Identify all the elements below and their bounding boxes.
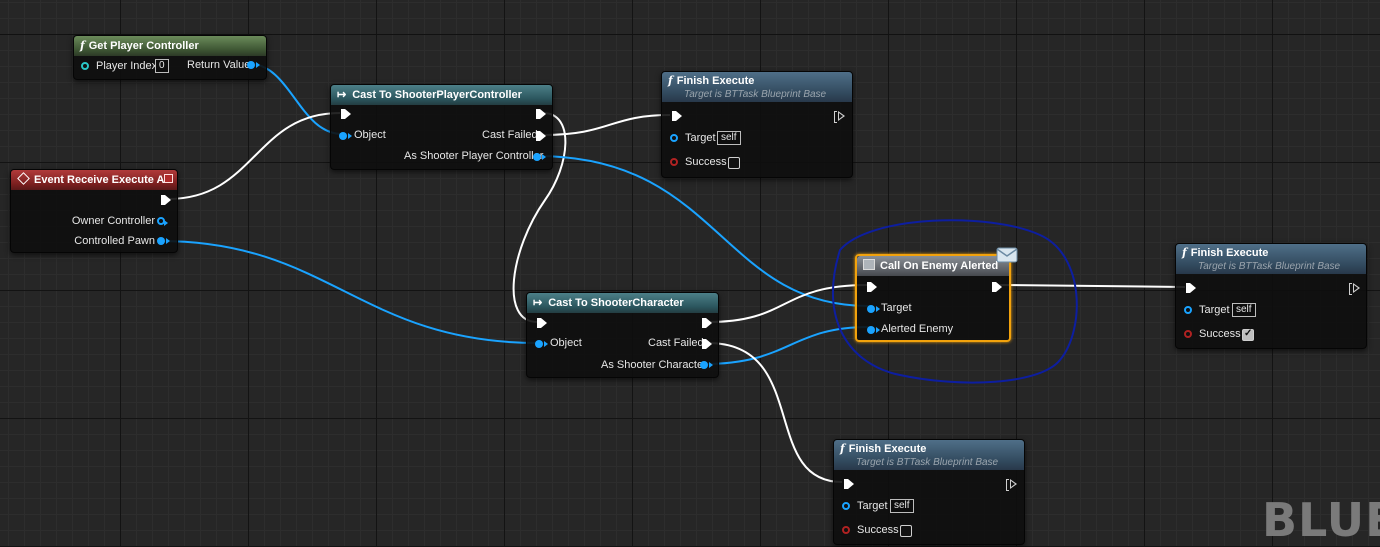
target-label: Target — [857, 500, 888, 512]
cast-failed-label: Cast Failed — [482, 129, 538, 141]
success-label: Success — [857, 524, 899, 536]
exec-in-pin[interactable] — [844, 479, 854, 489]
target-pin[interactable] — [867, 305, 880, 313]
player-index-input[interactable]: 0 — [155, 59, 169, 73]
object-label: Object — [550, 337, 582, 349]
node-header[interactable]: Event Receive Execute AI — [11, 170, 177, 190]
function-icon: f — [80, 39, 85, 52]
owner-controller-label: Owner Controller — [71, 215, 155, 227]
exec-out-pin[interactable] — [536, 109, 546, 119]
success-checkbox[interactable] — [900, 525, 912, 537]
finish-execute-top-node[interactable]: f Finish Execute Target is BTTask Bluepri… — [661, 71, 853, 178]
node-subtitle: Target is BTTask Blueprint Base — [1198, 261, 1341, 272]
finish-execute-right-node[interactable]: f Finish Execute Target is BTTask Bluepri… — [1175, 243, 1367, 349]
node-title: Get Player Controller — [88, 40, 199, 52]
object-pin[interactable] — [535, 340, 548, 348]
success-checkbox[interactable] — [728, 157, 740, 169]
success-pin[interactable] — [1184, 330, 1192, 338]
node-header[interactable]: ↦ Cast To ShooterCharacter — [527, 293, 718, 313]
target-label: Target — [1199, 304, 1230, 316]
return-value-pin[interactable] — [247, 61, 260, 69]
target-pin[interactable] — [842, 502, 850, 510]
node-subtitle: Target is BTTask Blueprint Base — [856, 457, 999, 468]
as-player-controller-pin[interactable] — [533, 153, 546, 161]
target-value[interactable]: self — [890, 499, 914, 513]
cast-to-player-controller-node[interactable]: ↦ Cast To ShooterPlayerController Object … — [330, 84, 553, 170]
target-pin[interactable] — [1184, 306, 1192, 314]
node-header[interactable]: ↦ Cast To ShooterPlayerController — [331, 85, 552, 105]
exec-in-pin[interactable] — [672, 111, 682, 121]
object-label: Object — [354, 129, 386, 141]
cast-to-shooter-character-node[interactable]: ↦ Cast To ShooterCharacter Object Cast Fa… — [526, 292, 719, 378]
controlled-pawn-label: Controlled Pawn — [74, 235, 155, 247]
exec-out-pin[interactable] — [1349, 283, 1360, 295]
target-value[interactable]: self — [717, 131, 741, 145]
function-icon: f — [668, 74, 673, 87]
node-title: Finish Execute — [676, 75, 755, 87]
target-value[interactable]: self — [1232, 303, 1256, 317]
alerted-enemy-label: Alerted Enemy — [881, 323, 954, 335]
get-player-controller-node[interactable]: f Get Player Controller Player Index 0 Re… — [73, 35, 267, 80]
target-label: Target — [881, 302, 912, 314]
cast-failed-pin[interactable] — [702, 339, 712, 349]
controlled-pawn-pin[interactable] — [157, 237, 170, 245]
exec-in-pin[interactable] — [341, 109, 351, 119]
as-shooter-character-pin[interactable] — [700, 361, 713, 369]
node-header[interactable]: f Get Player Controller — [74, 36, 266, 56]
cast-arrow-icon: ↦ — [533, 297, 543, 309]
as-shooter-character-label: As Shooter Character — [601, 359, 707, 371]
exec-out-pin[interactable] — [161, 195, 171, 205]
event-dispatcher-icon — [863, 259, 875, 270]
node-title: Finish Execute — [848, 443, 927, 455]
exec-in-pin[interactable] — [1186, 283, 1196, 293]
node-title: Call On Enemy Alerted — [880, 260, 999, 272]
node-subtitle: Target is BTTask Blueprint Base — [684, 89, 827, 100]
exec-out-pin[interactable] — [834, 111, 845, 123]
node-header[interactable]: f Finish Execute Target is BTTask Bluepri… — [1176, 244, 1366, 274]
success-pin[interactable] — [670, 158, 678, 166]
exec-out-pin[interactable] — [702, 318, 712, 328]
target-pin[interactable] — [670, 134, 678, 142]
exec-out-pin[interactable] — [1006, 479, 1017, 491]
function-icon: f — [1182, 246, 1187, 259]
envelope-icon — [996, 247, 1018, 263]
success-pin[interactable] — [842, 526, 850, 534]
stop-icon — [164, 174, 173, 183]
finish-execute-bottom-node[interactable]: f Finish Execute Target is BTTask Bluepri… — [833, 439, 1025, 545]
object-pin[interactable] — [339, 132, 352, 140]
node-header[interactable]: f Finish Execute Target is BTTask Bluepri… — [834, 440, 1024, 470]
exec-in-pin[interactable] — [537, 318, 547, 328]
wire-event-exec-to-cast — [167, 112, 341, 200]
alerted-enemy-pin[interactable] — [867, 326, 880, 334]
node-header[interactable]: f Finish Execute Target is BTTask Bluepri… — [662, 72, 852, 102]
node-title: Cast To ShooterPlayerController — [352, 89, 522, 101]
target-label: Target — [685, 132, 716, 144]
node-title: Cast To ShooterCharacter — [548, 297, 684, 309]
success-label: Success — [685, 156, 727, 168]
as-player-controller-label: As Shooter Player Controller — [404, 150, 544, 162]
cast-failed-label: Cast Failed — [648, 337, 704, 349]
player-index-label: Player Index — [96, 60, 158, 72]
event-diamond-icon — [17, 172, 30, 185]
wire-spc-to-target — [536, 155, 870, 307]
function-icon: f — [840, 442, 845, 455]
success-checkbox[interactable] — [1242, 328, 1254, 341]
return-value-label: Return Value — [187, 59, 251, 71]
owner-controller-pin[interactable] — [157, 217, 168, 226]
node-header[interactable]: Call On Enemy Alerted — [857, 256, 1009, 276]
blueprint-watermark: BLUE — [1262, 493, 1380, 547]
node-title: Event Receive Execute AI — [34, 174, 168, 186]
call-on-enemy-alerted-node[interactable]: Call On Enemy Alerted Target Alerted Ene… — [855, 254, 1011, 342]
cast-arrow-icon: ↦ — [337, 89, 347, 101]
node-title: Finish Execute — [1190, 247, 1269, 259]
exec-in-pin[interactable] — [867, 282, 877, 292]
exec-out-pin[interactable] — [992, 282, 1002, 292]
cast-failed-pin[interactable] — [536, 131, 546, 141]
success-label: Success — [1199, 328, 1241, 340]
player-index-pin[interactable] — [81, 62, 89, 70]
wire-pawn-to-cast-object — [159, 240, 539, 344]
wire-call-to-finish — [999, 284, 1186, 288]
event-receive-execute-ai-node[interactable]: Event Receive Execute AI Owner Controlle… — [10, 169, 178, 253]
